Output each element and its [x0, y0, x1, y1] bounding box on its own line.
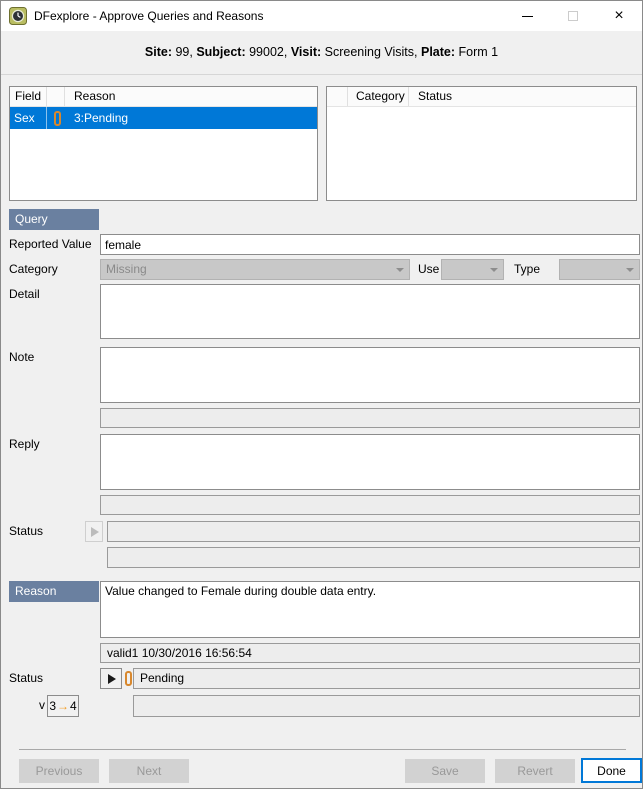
detail-label: Detail: [9, 287, 40, 301]
note-audit-field: [100, 408, 640, 428]
minimize-icon: [522, 16, 533, 17]
type-select[interactable]: [559, 259, 640, 280]
previous-button[interactable]: Previous: [19, 759, 99, 783]
save-button[interactable]: Save: [405, 759, 485, 783]
version-from: 3: [49, 699, 56, 713]
chevron-down-icon: [396, 268, 404, 272]
site-value: 99,: [172, 45, 196, 59]
done-button[interactable]: Done: [581, 758, 642, 783]
field-list-row-sex[interactable]: Sex 3:Pending: [10, 107, 317, 129]
maximize-icon: [568, 11, 578, 21]
revert-button[interactable]: Revert: [495, 759, 575, 783]
version-arrow-icon: →: [57, 699, 69, 713]
reply-textarea[interactable]: [100, 434, 640, 490]
category-label: Category: [9, 262, 58, 276]
version-button[interactable]: 3 → 4: [47, 695, 79, 717]
subject-value: 99002,: [246, 45, 291, 59]
visit-label: Visit:: [291, 45, 321, 59]
status-column-header: Status: [409, 87, 636, 106]
minimize-button[interactable]: [504, 1, 550, 31]
reason-textarea[interactable]: Value changed to Female during double da…: [100, 581, 640, 638]
chevron-down-icon: [626, 268, 634, 272]
field-cell: Sex: [10, 107, 47, 129]
detail-textarea[interactable]: [100, 284, 640, 339]
reason-status-label: Status: [9, 671, 43, 685]
play-icon: [108, 674, 116, 684]
version-field: [133, 695, 640, 717]
type-label: Type: [514, 262, 540, 276]
app-icon: [9, 7, 27, 25]
reason-status-advance-button[interactable]: [100, 668, 122, 689]
next-button[interactable]: Next: [109, 759, 189, 783]
reason-column-header: Reason: [65, 87, 317, 106]
query-status-label: Status: [9, 524, 43, 538]
query-status-history-field: [107, 547, 640, 568]
query-status-current-field: [107, 521, 640, 542]
query-list-header: Category Status: [327, 87, 636, 107]
category-column-header: Category: [348, 87, 409, 106]
category-select-value: Missing: [106, 262, 147, 276]
query-section-header: Query: [9, 209, 99, 230]
plate-label: Plate:: [421, 45, 455, 59]
marker-column-header: [47, 87, 65, 106]
version-to: 4: [70, 699, 77, 713]
note-textarea[interactable]: [100, 347, 640, 403]
reason-cell: 3:Pending: [65, 107, 317, 129]
visit-value: Screening Visits,: [321, 45, 421, 59]
query-status-advance-button[interactable]: [85, 521, 103, 542]
site-label: Site:: [145, 45, 172, 59]
version-label: v: [9, 698, 45, 712]
close-button[interactable]: ×: [596, 1, 642, 31]
pending-marker-icon: [54, 111, 61, 126]
reported-value-input[interactable]: [100, 234, 640, 255]
window-title: DFexplore - Approve Queries and Reasons: [34, 9, 263, 23]
titlebar[interactable]: DFexplore - Approve Queries and Reasons …: [1, 1, 642, 31]
use-label: Use: [418, 262, 439, 276]
field-list-header: Field Reason: [10, 87, 317, 107]
footer-separator: [19, 749, 626, 750]
note-label: Note: [9, 350, 34, 364]
close-icon: ×: [614, 8, 623, 24]
context-separator: [1, 74, 643, 75]
category-select[interactable]: Missing: [100, 259, 410, 280]
reason-status-field: Pending: [133, 668, 640, 689]
reported-value-label: Reported Value: [9, 237, 92, 251]
reason-audit-field: valid1 10/30/2016 16:56:54: [100, 643, 640, 663]
chevron-down-icon: [490, 268, 498, 272]
context-bar: Site: 99, Subject: 99002, Visit: Screeni…: [1, 45, 642, 59]
category-status-list: Category Status: [326, 86, 637, 201]
dialog-window: DFexplore - Approve Queries and Reasons …: [0, 0, 643, 789]
play-icon: [91, 527, 99, 537]
plate-value: Form 1: [455, 45, 498, 59]
field-reason-list: Field Reason Sex 3:Pending: [9, 86, 318, 201]
subject-label: Subject:: [196, 45, 245, 59]
pending-marker-icon: [125, 671, 132, 686]
use-select[interactable]: [441, 259, 504, 280]
reply-audit-field: [100, 495, 640, 515]
maximize-button[interactable]: [550, 1, 596, 31]
reply-label: Reply: [9, 437, 40, 451]
reason-section-header: Reason: [9, 581, 99, 602]
field-column-header: Field: [10, 87, 47, 106]
select-column-header: [327, 87, 348, 106]
